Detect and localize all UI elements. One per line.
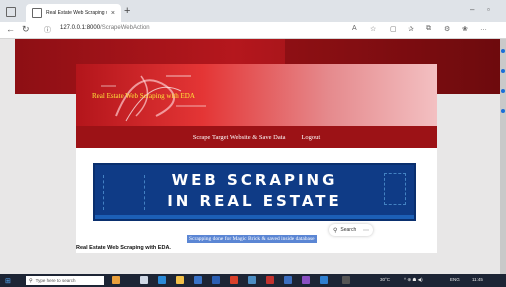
minimize-button[interactable]: – [470, 5, 474, 14]
footer-text: Real Estate Web Scraping with EDA. [76, 245, 171, 251]
app-icon[interactable] [248, 276, 256, 284]
hero-heading-line2: IN REAL ESTATE [167, 192, 342, 210]
task-view-icon[interactable] [140, 276, 148, 284]
site-info-icon[interactable]: ⓘ [44, 25, 51, 35]
selection-search-popup[interactable]: ⚲ Search ⋯ [329, 224, 373, 236]
extensions-icon[interactable]: ⚙ [444, 25, 450, 33]
tab-title: Real Estate Web Scraping with E [46, 10, 107, 16]
weather-temperature[interactable]: 30°C [380, 277, 390, 282]
menu-more-icon[interactable]: … [480, 25, 487, 32]
edge-sidebar [500, 39, 506, 274]
url-path: /ScrapeWebAction [100, 25, 150, 31]
app-icon[interactable] [342, 276, 350, 284]
weather-widget-icon[interactable] [112, 276, 120, 284]
app-icon[interactable] [284, 276, 292, 284]
copilot-icon[interactable]: ❀ [462, 25, 468, 33]
mail-icon[interactable] [212, 276, 220, 284]
back-icon[interactable]: ← [6, 24, 15, 34]
browser-tab[interactable]: Real Estate Web Scraping with E × [26, 4, 121, 22]
sidebar-dot-icon[interactable] [501, 49, 505, 53]
app-icon[interactable] [320, 276, 328, 284]
browser-tab-bar: Real Estate Web Scraping with E × + – ▫ [0, 0, 506, 22]
web-page: Real Estate Web Scraping with EDA Scrape… [0, 39, 506, 274]
sidebar-dot-icon[interactable] [501, 69, 505, 73]
site-nav-menu: Scrape Target Website & Save Data Logout [76, 126, 437, 148]
sidebar-dot-icon[interactable] [501, 89, 505, 93]
refresh-icon[interactable]: ↻ [22, 24, 30, 35]
new-tab-button[interactable]: + [124, 5, 130, 17]
favorites-icon[interactable]: ✰ [408, 25, 414, 33]
maximize-button[interactable]: ▫ [487, 5, 490, 14]
windows-taskbar: ⊞ ⚲ Type here to search 30°C ^ ⊕ ☗ ◀) EN… [0, 274, 506, 287]
site-title: Real Estate Web Scraping with EDA [92, 92, 195, 100]
search-popup-label: Search [340, 227, 357, 233]
url-host: 127.0.0.1:8000 [60, 25, 101, 31]
nav-logout-link[interactable]: Logout [301, 134, 320, 141]
favorite-star-icon[interactable]: ☆ [370, 25, 376, 33]
collections-icon[interactable]: ⧉ [426, 25, 431, 33]
taskbar-search-placeholder: Type here to search [35, 278, 76, 283]
read-aloud-icon[interactable]: A [352, 25, 357, 32]
status-message: Scrapping done for Magic Brick & saved i… [187, 235, 317, 243]
main-content: WEB SCRAPING IN REAL ESTATE ⚲ Search ⋯ S… [76, 148, 437, 253]
taskbar-search[interactable]: ⚲ Type here to search [26, 276, 104, 285]
hero-bottom-bar [95, 215, 414, 219]
more-options-icon[interactable]: ⋯ [363, 227, 369, 234]
site-header-banner: Real Estate Web Scraping with EDA [76, 64, 437, 126]
input-language[interactable]: ENG [450, 277, 460, 282]
store-icon[interactable] [194, 276, 202, 284]
page-favicon-icon [32, 8, 42, 18]
split-screen-icon[interactable]: ▢ [390, 25, 397, 33]
clock[interactable]: 11:45 [472, 277, 483, 282]
edge-browser-icon[interactable] [158, 276, 166, 284]
app-icon[interactable] [302, 276, 310, 284]
app-icon[interactable] [266, 276, 274, 284]
close-tab-icon[interactable]: × [111, 10, 115, 17]
hero-image: WEB SCRAPING IN REAL ESTATE [93, 163, 416, 221]
sidebar-dot-icon[interactable] [501, 109, 505, 113]
file-explorer-icon[interactable] [176, 276, 184, 284]
search-icon: ⚲ [333, 227, 338, 234]
windows-start-icon[interactable]: ⊞ [5, 277, 11, 285]
office-icon[interactable] [230, 276, 238, 284]
tab-actions-icon[interactable] [6, 7, 16, 17]
search-icon: ⚲ [29, 277, 33, 284]
nav-scrape-link[interactable]: Scrape Target Website & Save Data [193, 134, 286, 141]
tray-icons[interactable]: ^ ⊕ ☗ ◀) [404, 277, 423, 283]
address-bar-row: ← ↻ ⓘ 127.0.0.1:8000/ScrapeWebAction A ☆… [0, 22, 506, 39]
hero-heading-line1: WEB SCRAPING [171, 171, 338, 189]
url-field[interactable]: 127.0.0.1:8000/ScrapeWebAction [60, 25, 150, 31]
